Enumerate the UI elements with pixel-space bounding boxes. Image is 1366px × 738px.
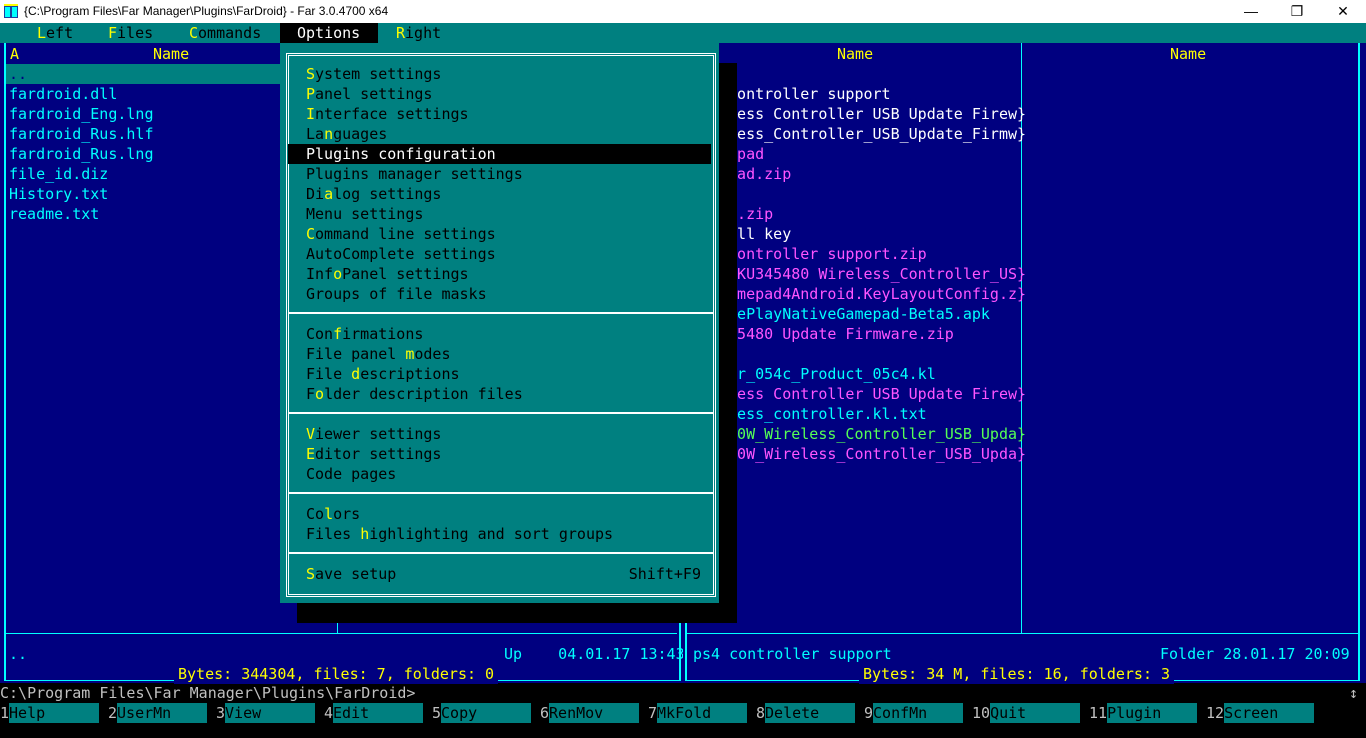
- fkey-mkfold[interactable]: 7MkFold: [648, 703, 748, 723]
- menu-shadow: [297, 603, 737, 623]
- menu-item-autocomplete-settings[interactable]: AutoComplete settings: [288, 244, 711, 264]
- menu-item-panel-settings[interactable]: Panel settings: [288, 84, 711, 104]
- menu-item-editor-settings[interactable]: Editor settings: [288, 444, 711, 464]
- menu-item-colors[interactable]: Colors: [288, 504, 711, 524]
- file-item[interactable]: N00W_Wireless_Controller_USB_Upda}: [719, 424, 1026, 444]
- menu-separator: [288, 552, 714, 554]
- right-status-divider: [687, 633, 1358, 634]
- close-button[interactable]: ✕: [1320, 0, 1366, 23]
- menu-item-dialog-settings[interactable]: Dialog settings: [288, 184, 711, 204]
- window-title: {C:\Program Files\Far Manager\Plugins\Fa…: [24, 4, 389, 18]
- menu-item-system-settings[interactable]: System settings: [288, 64, 711, 84]
- menu-item-file-descriptions[interactable]: File descriptions: [288, 364, 711, 384]
- file-item[interactable]: fardroid_Eng.lng: [9, 104, 154, 124]
- right-summary: Bytes: 34 M, files: 16, folders: 3: [859, 664, 1175, 684]
- fkey-help[interactable]: 1Help: [0, 703, 100, 723]
- menu-item-folder-description-files[interactable]: Folder description files: [288, 384, 711, 404]
- right-column-header-1[interactable]: Name: [837, 44, 873, 64]
- file-item[interactable]: dor_054c_Product_05c4.kl: [719, 364, 936, 384]
- fkey-edit[interactable]: 4Edit: [324, 703, 424, 723]
- far-app-icon: [4, 4, 18, 18]
- file-item[interactable]: eless Controller USB Update Firew}: [719, 104, 1026, 124]
- file-item[interactable]: 345480 Update Firmware.zip: [719, 324, 954, 344]
- left-status-info: Up 04.01.17 13:43: [504, 645, 685, 663]
- menu-item-groups-of-file-masks[interactable]: Groups of file masks: [288, 284, 711, 304]
- menu-item-confirmations[interactable]: Confirmations: [288, 324, 711, 344]
- menu-commands[interactable]: Commands: [181, 23, 279, 43]
- left-cursor: [6, 64, 280, 84]
- file-item[interactable]: eless_Controller_USB_Update_Firmw}: [719, 124, 1026, 144]
- menu-shadow: [719, 63, 737, 623]
- right-status-info: Folder 28.01.17 20:09: [1160, 645, 1350, 663]
- sort-indicator: A: [10, 45, 20, 63]
- fkey-delete[interactable]: 8Delete: [756, 703, 856, 723]
- fkey-screen[interactable]: 12Screen: [1206, 703, 1315, 723]
- menu-item-plugins-manager-settings[interactable]: Plugins manager settings: [288, 164, 711, 184]
- maximize-button[interactable]: ❐: [1274, 0, 1320, 23]
- fkey-copy[interactable]: 5Copy: [432, 703, 532, 723]
- menu-item-file-panel-modes[interactable]: File panel modes: [288, 344, 711, 364]
- fkey-renmov[interactable]: 6RenMov: [540, 703, 640, 723]
- options-menu: System settings Panel settings Interface…: [280, 43, 719, 603]
- file-item[interactable]: eless Controller USB Update Firew}: [719, 384, 1026, 404]
- file-item[interactable]: SKU345480 Wireless_Controller_US}: [719, 264, 1026, 284]
- save-setup-shortcut: Shift+F9: [628, 565, 701, 583]
- menu-item-viewer-settings[interactable]: Viewer settings: [288, 424, 711, 444]
- right-column-header-2[interactable]: Name: [1170, 44, 1206, 64]
- menu-bar: Left Files Commands Options Right: [0, 23, 1366, 43]
- file-item[interactable]: N00W_Wireless_Controller_USB_Upda}: [719, 444, 1026, 464]
- command-line-input[interactable]: C:\Program Files\Far Manager\Plugins\Far…: [0, 683, 1366, 703]
- file-item[interactable]: eless_controller.kl.txt: [719, 404, 927, 424]
- menu-item-files-highlighting[interactable]: Files highlighting and sort groups: [288, 524, 711, 544]
- left-status-divider: [6, 633, 677, 634]
- file-item[interactable]: file_id.diz: [9, 164, 108, 184]
- fkey-confmn[interactable]: 9ConfMn: [864, 703, 964, 723]
- menu-separator: [288, 312, 714, 314]
- scroll-icon: ↕: [1348, 684, 1358, 702]
- menu-item-command-line-settings[interactable]: Command line settings: [288, 224, 711, 244]
- file-item[interactable]: Gamepad4Android.KeyLayoutConfig.z}: [719, 284, 1026, 304]
- file-item[interactable]: controller support.zip: [719, 244, 927, 264]
- menu-options[interactable]: Options: [280, 23, 378, 43]
- file-item[interactable]: otePlayNativeGamepad-Beta5.apk: [719, 304, 990, 324]
- file-item[interactable]: fardroid_Rus.hlf: [9, 124, 154, 144]
- file-item[interactable]: History.txt: [9, 184, 108, 204]
- fkey-quit[interactable]: 10Quit: [972, 703, 1081, 723]
- left-summary: Bytes: 344304, files: 7, folders: 0: [174, 664, 499, 684]
- file-item[interactable]: fardroid_Rus.lng: [9, 144, 154, 164]
- fkey-plugin[interactable]: 11Plugin: [1089, 703, 1198, 723]
- menu-separator: [288, 492, 714, 494]
- right-status-name: ps4 controller support: [693, 645, 892, 663]
- menu-item-code-pages[interactable]: Code pages: [288, 464, 711, 484]
- menu-item-menu-settings[interactable]: Menu settings: [288, 204, 711, 224]
- fkey-view[interactable]: 3View: [216, 703, 316, 723]
- file-item[interactable]: fardroid.dll: [9, 84, 117, 104]
- file-item[interactable]: controller support: [719, 84, 891, 104]
- menu-item-interface-settings[interactable]: Interface settings: [288, 104, 711, 124]
- menu-separator: [288, 412, 714, 414]
- menu-item-save-setup[interactable]: Save setup Shift+F9: [288, 564, 711, 584]
- menu-right[interactable]: Right: [387, 23, 466, 43]
- menu-item-languages[interactable]: Languages: [288, 124, 711, 144]
- menu-left[interactable]: Left: [28, 23, 97, 43]
- file-item[interactable]: ..: [9, 64, 27, 84]
- menu-item-infopanel-settings[interactable]: InfoPanel settings: [288, 264, 711, 284]
- minimize-button[interactable]: —: [1228, 0, 1274, 23]
- menu-item-plugins-configuration[interactable]: Plugins configuration: [288, 144, 711, 164]
- menu-files[interactable]: Files: [100, 23, 188, 43]
- window-titlebar: {C:\Program Files\Far Manager\Plugins\Fa…: [0, 0, 1366, 24]
- right-panel: Name Name controller support eless Contr…: [683, 43, 1366, 684]
- left-status-name: ..: [9, 645, 28, 663]
- file-item[interactable]: readme.txt: [9, 204, 99, 224]
- left-column-header[interactable]: Name: [153, 44, 189, 64]
- fkey-usermenu[interactable]: 2UserMn: [108, 703, 208, 723]
